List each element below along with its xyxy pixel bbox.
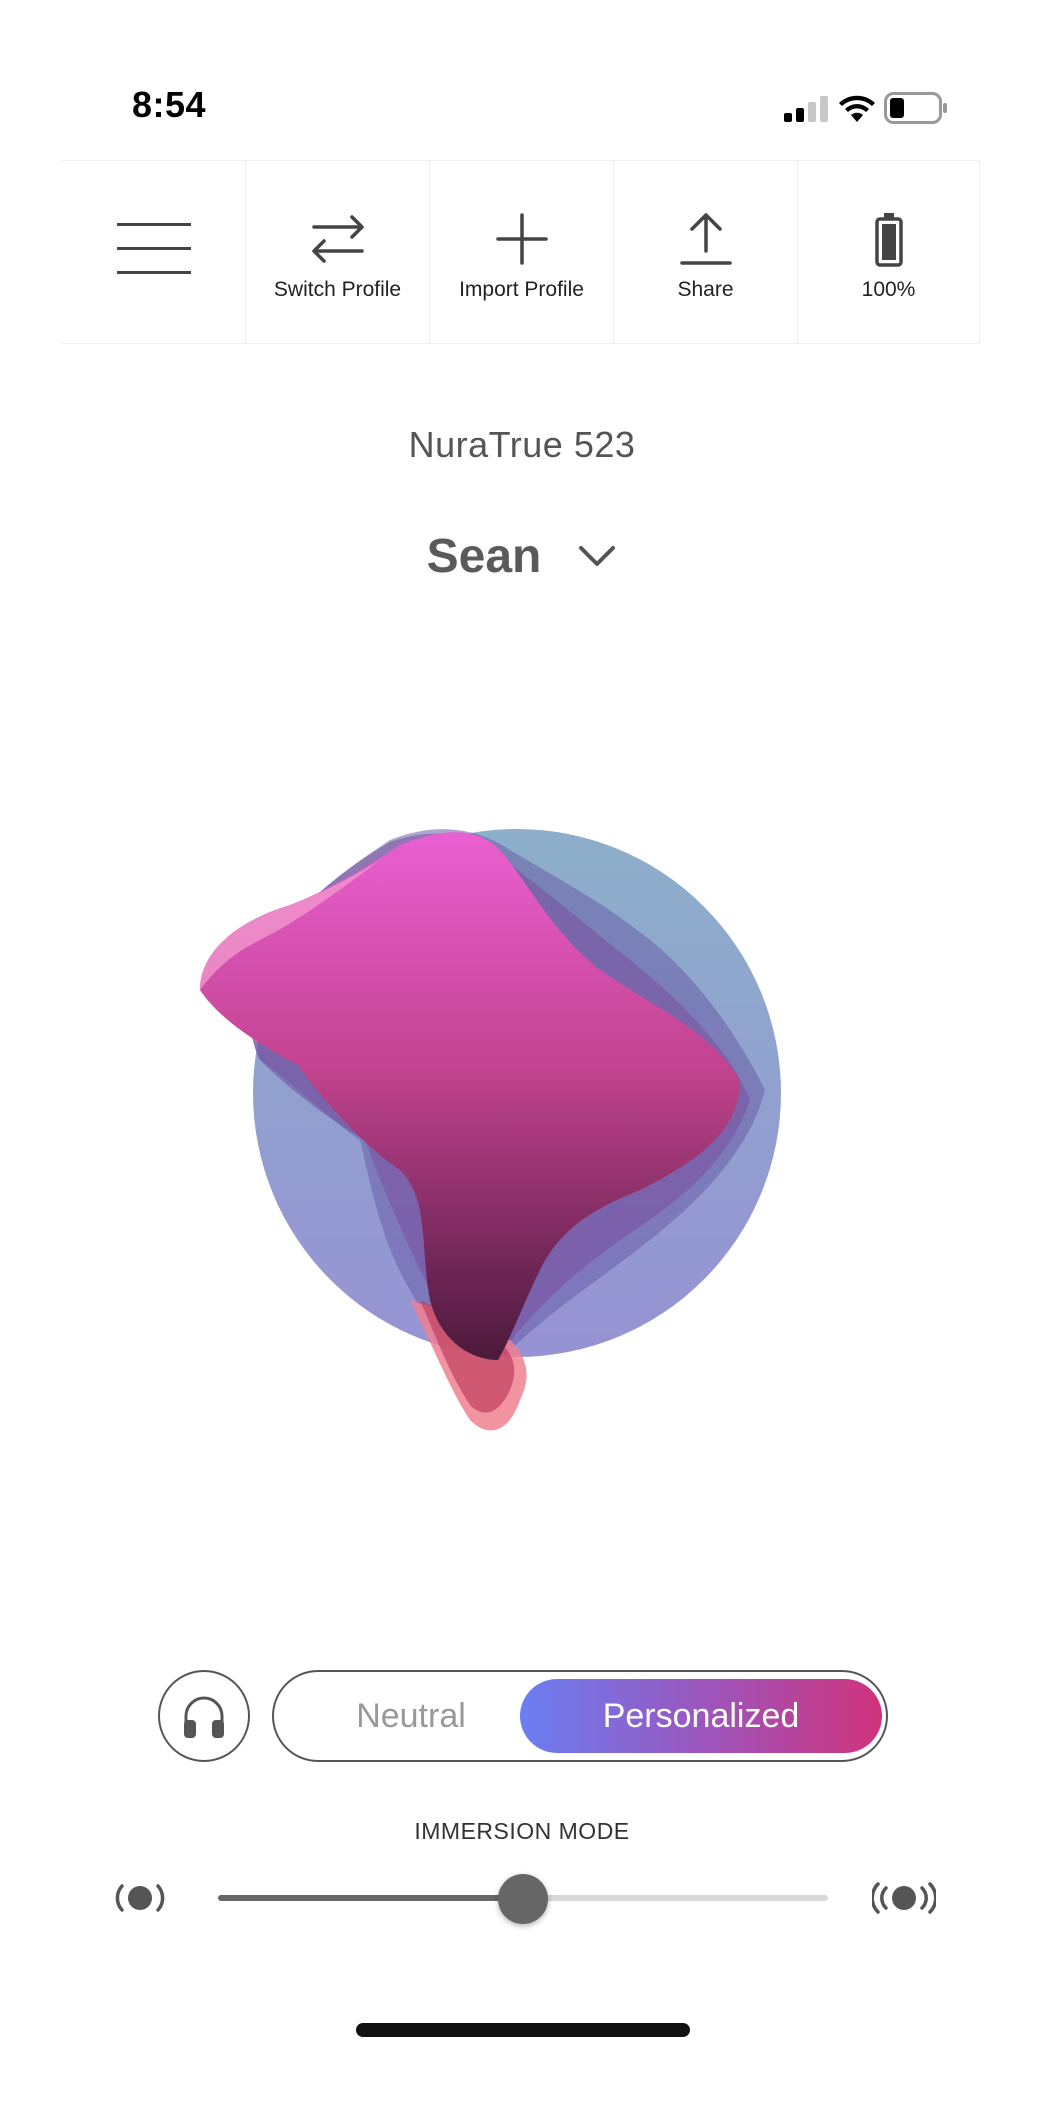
battery-status-button[interactable]: 100% bbox=[798, 161, 980, 343]
chevron-down-icon[interactable] bbox=[577, 544, 617, 568]
immersion-slider-thumb[interactable] bbox=[498, 1874, 548, 1924]
device-name: NuraTrue 523 bbox=[408, 424, 636, 465]
personalized-option[interactable]: Personalized bbox=[520, 1679, 882, 1753]
neutral-option[interactable]: Neutral bbox=[274, 1672, 548, 1760]
sound-profile-visualization bbox=[200, 829, 781, 1431]
share-upload-icon bbox=[679, 213, 732, 265]
battery-full-icon bbox=[874, 213, 903, 267]
share-button[interactable]: Share bbox=[614, 161, 798, 343]
switch-arrows-icon bbox=[311, 215, 364, 263]
immersion-slider-fill bbox=[218, 1895, 523, 1901]
immersion-high-icon bbox=[872, 1882, 936, 1914]
home-indicator[interactable] bbox=[356, 2023, 690, 2037]
immersion-mode-label: IMMERSION MODE bbox=[414, 1818, 630, 1844]
toolbar: Switch Profile Import Profile Share 100% bbox=[62, 160, 980, 344]
wifi-icon bbox=[839, 95, 875, 122]
mode-toggle: Neutral Personalized bbox=[272, 1670, 888, 1762]
import-profile-button[interactable]: Import Profile bbox=[430, 161, 614, 343]
menu-button[interactable] bbox=[62, 161, 246, 343]
hamburger-menu-icon bbox=[116, 223, 191, 274]
cellular-signal-icon bbox=[784, 96, 828, 122]
battery-icon bbox=[884, 92, 947, 124]
profile-selector[interactable]: Sean bbox=[0, 526, 1044, 586]
status-time: 8:54 bbox=[132, 84, 207, 125]
battery-percent-label: 100% bbox=[861, 278, 916, 301]
profile-name: Sean bbox=[426, 529, 542, 583]
import-profile-label: Import Profile bbox=[459, 278, 584, 301]
switch-profile-label: Switch Profile bbox=[273, 278, 402, 301]
headphones-button[interactable] bbox=[158, 1670, 250, 1762]
headphones-icon bbox=[184, 1696, 224, 1738]
share-label: Share bbox=[677, 278, 734, 301]
switch-profile-button[interactable]: Switch Profile bbox=[246, 161, 430, 343]
immersion-low-icon bbox=[115, 1884, 165, 1912]
plus-icon bbox=[495, 213, 548, 265]
